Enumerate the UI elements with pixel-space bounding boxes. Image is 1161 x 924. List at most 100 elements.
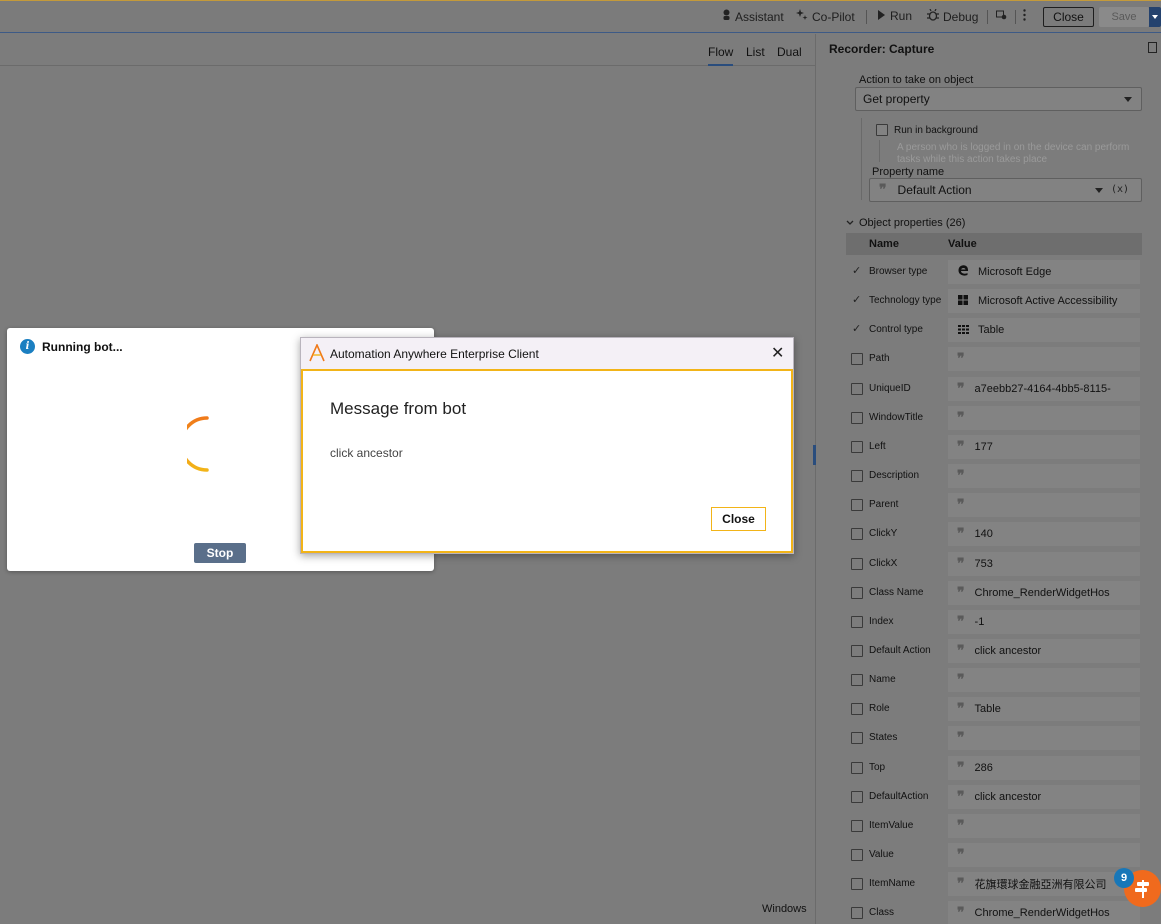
property-name: Browser type [869, 266, 928, 277]
run-label: Run [890, 9, 913, 23]
property-checkbox[interactable] [851, 674, 863, 687]
property-value-field[interactable]: ❞ click ancestor [948, 784, 1140, 809]
property-checkbox[interactable] [851, 819, 863, 832]
property-value: Microsoft Edge [978, 266, 1052, 278]
property-name: Class [869, 907, 895, 919]
property-value-field[interactable]: Table [948, 318, 1140, 343]
table-row: Role ❞ Table [846, 694, 1142, 723]
variable-icon[interactable]: (x) [1111, 184, 1129, 195]
more-options-button[interactable] [1023, 9, 1026, 24]
property-checkbox[interactable] [851, 790, 863, 803]
object-properties-label: Object properties (26) [859, 217, 966, 229]
property-value-field[interactable]: ❞ 花旗環球金融亞洲有限公司 [948, 872, 1140, 897]
property-name: Value [869, 849, 894, 860]
property-value-field[interactable]: ❞ 140 [948, 522, 1140, 547]
action-select[interactable]: Get property [855, 87, 1142, 111]
property-checkbox[interactable] [851, 411, 863, 424]
close-button[interactable]: Close [1043, 7, 1094, 27]
panel-title: Recorder: Capture [829, 42, 935, 56]
run-button[interactable]: Run [877, 9, 912, 23]
quote-icon: ❞ [957, 642, 965, 659]
property-checkbox[interactable] [851, 644, 863, 657]
property-value-field[interactable]: ❞ [948, 813, 1140, 838]
property-value-field[interactable]: ❞ -1 [948, 609, 1140, 634]
property-checkbox[interactable] [851, 586, 863, 599]
message-heading: Message from bot [330, 399, 467, 418]
debug-button[interactable]: Debug [927, 8, 978, 24]
run-in-background-checkbox[interactable] [876, 124, 888, 136]
tab-flow[interactable]: Flow [708, 45, 734, 66]
property-value-field[interactable]: ❞ click ancestor [948, 638, 1140, 663]
property-value-field[interactable]: Microsoft Active Accessibility [948, 289, 1140, 314]
property-value-field[interactable]: ❞ 286 [948, 755, 1140, 780]
property-value-field[interactable]: ❞ [948, 726, 1140, 751]
property-checkbox[interactable] [851, 382, 863, 395]
table-row: WindowTitle ❞ [846, 403, 1142, 432]
property-value-field[interactable]: ❞ [948, 347, 1140, 372]
save-button[interactable]: Save [1099, 7, 1149, 27]
property-checkbox[interactable] [851, 264, 863, 278]
table-row: ClickX ❞ 753 [846, 549, 1142, 578]
property-value-field[interactable]: Microsoft Edge [948, 260, 1140, 284]
property-checkbox[interactable] [851, 499, 863, 512]
property-value-field[interactable]: ❞ [948, 464, 1140, 489]
column-name-header: Name [869, 238, 899, 250]
run-in-background-hint: A person who is logged in on the device … [897, 142, 1130, 165]
quote-icon: ❞ [957, 380, 965, 397]
close-icon[interactable]: ✕ [771, 343, 784, 363]
property-value-field[interactable]: ❞ [948, 668, 1140, 693]
quote-icon: ❞ [957, 351, 965, 368]
property-checkbox[interactable] [851, 615, 863, 628]
property-value-field[interactable]: ❞ Chrome_RenderWidgetHos [948, 901, 1140, 924]
property-value-field[interactable]: ❞ 177 [948, 434, 1140, 459]
property-name: ItemName [869, 878, 916, 890]
property-value-field[interactable]: ❞ [948, 493, 1140, 518]
quote-icon: ❞ [957, 497, 965, 514]
property-value: a7eebb27-4164-4bb5-8115- [974, 382, 1111, 395]
property-checkbox[interactable] [851, 761, 863, 774]
document-icon[interactable] [1148, 42, 1157, 53]
property-name: Technology type [869, 295, 942, 307]
property-checkbox[interactable] [851, 907, 863, 920]
assistant-button[interactable]: Assistant [722, 9, 784, 24]
stop-button[interactable]: Stop [194, 543, 246, 563]
property-value-field[interactable]: ❞ a7eebb27-4164-4bb5-8115- [948, 376, 1140, 401]
assistant-label: Assistant [735, 9, 784, 24]
property-checkbox[interactable] [851, 353, 863, 366]
property-checkbox[interactable] [851, 440, 863, 453]
property-checkbox[interactable] [851, 703, 863, 716]
property-checkbox[interactable] [851, 732, 863, 745]
property-name-select[interactable]: ❞ Default Action (x) [869, 178, 1142, 202]
table-row: Description ❞ [846, 461, 1142, 490]
property-checkbox[interactable] [851, 322, 863, 336]
copilot-button[interactable]: Co-Pilot [796, 9, 855, 24]
message-close-button[interactable]: Close [711, 507, 766, 531]
property-checkbox[interactable] [851, 470, 863, 483]
quote-icon: ❞ [957, 672, 965, 689]
property-value-field[interactable]: ❞ 753 [948, 551, 1140, 576]
property-checkbox[interactable] [851, 878, 863, 891]
table-row: Value ❞ [846, 840, 1142, 869]
property-checkbox[interactable] [851, 293, 863, 307]
object-properties-toggle[interactable]: Object properties (26) [846, 217, 965, 229]
options-button[interactable] [996, 9, 1007, 23]
property-value-field[interactable]: ❞ Table [948, 697, 1140, 722]
option-group-line [861, 118, 862, 200]
property-checkbox[interactable] [851, 849, 863, 861]
property-value-field[interactable]: ❞ [948, 843, 1140, 867]
property-name: Class Name [869, 586, 924, 598]
tab-dual[interactable]: Dual [777, 45, 802, 59]
save-dropdown-button[interactable] [1149, 7, 1161, 27]
running-bot-title: Running bot... [42, 340, 123, 354]
property-value-field[interactable]: ❞ Chrome_RenderWidgetHos [948, 580, 1140, 605]
property-checkbox[interactable] [851, 528, 863, 541]
property-checkbox[interactable] [851, 557, 863, 570]
property-name-value: Default Action [897, 183, 972, 197]
property-value-field[interactable]: ❞ [948, 405, 1140, 430]
table-row: Technology type Microsoft Active Accessib… [846, 286, 1142, 315]
property-name: ItemValue [869, 819, 914, 831]
message-dialog-title: Automation Anywhere Enterprise Client [330, 347, 539, 361]
property-name: Description [869, 470, 920, 482]
property-value: Chrome_RenderWidgetHos [974, 907, 1110, 920]
tab-list[interactable]: List [746, 45, 765, 59]
